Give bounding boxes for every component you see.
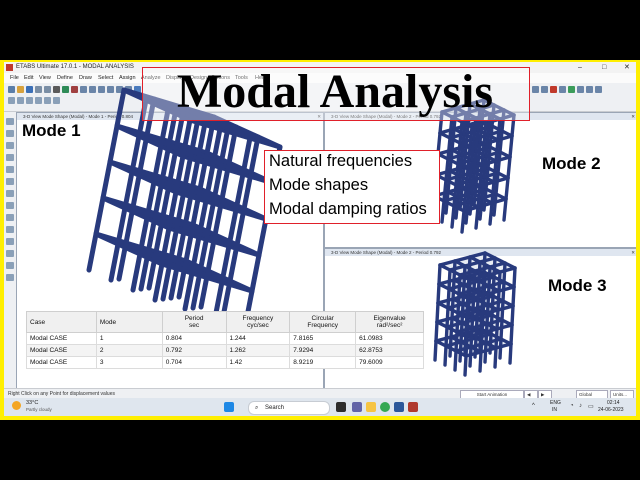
col-frequency: Frequency cyc/sec <box>225 311 291 333</box>
col-circular-frequency: Circular Frequency <box>289 311 357 333</box>
cell-circular-frequency: 8.9219 <box>289 356 357 369</box>
cell-circular-frequency: 7.9294 <box>289 344 357 357</box>
property-mode-shapes: Mode shapes <box>269 176 369 194</box>
modal-results-table: Case Mode Period sec Frequency cyc/sec Cir… <box>26 311 424 369</box>
cell-case: Modal CASE <box>26 332 97 345</box>
overlay-title: Modal Analysis <box>176 65 494 118</box>
cell-mode: 3 <box>95 356 163 369</box>
modal-properties-box: Natural frequencies Mode shapes Modal da… <box>264 150 440 224</box>
col-period: Period sec <box>161 311 227 333</box>
cell-case: Modal CASE <box>26 356 97 369</box>
cell-period: 0.704 <box>161 356 227 369</box>
col-mode: Mode <box>95 311 163 333</box>
cell-mode: 1 <box>95 332 163 345</box>
cell-frequency: 1.262 <box>225 344 291 357</box>
col-eigenvalue: Eigenvalue rad²/sec² <box>355 311 424 333</box>
property-natural-frequencies: Natural frequencies <box>269 152 413 170</box>
mode1-label: Mode 1 <box>22 121 81 140</box>
cell-period: 0.792 <box>161 344 227 357</box>
table-header-row: Case Mode Period sec Frequency cyc/sec Cir… <box>26 311 424 333</box>
mode3-label: Mode 3 <box>548 276 607 295</box>
cell-eigenvalue: 61.0983 <box>355 332 424 345</box>
property-damping-ratios: Modal damping ratios <box>269 200 427 218</box>
cell-period: 0.804 <box>161 332 227 345</box>
table-row[interactable]: Modal CASE 1 0.804 1.244 7.8165 61.0983 <box>26 332 424 345</box>
cell-mode: 2 <box>95 344 163 357</box>
cell-circular-frequency: 7.8165 <box>289 332 357 345</box>
cell-case: Modal CASE <box>26 344 97 357</box>
table-row[interactable]: Modal CASE 3 0.704 1.42 8.9219 79.6009 <box>26 356 424 369</box>
table-row[interactable]: Modal CASE 2 0.792 1.262 7.9294 62.8753 <box>26 344 424 357</box>
col-case: Case <box>26 311 97 333</box>
mode1-structure <box>86 87 283 330</box>
mode2-label: Mode 2 <box>542 154 601 173</box>
cell-eigenvalue: 62.8753 <box>355 344 424 357</box>
mode3-structure <box>433 251 517 377</box>
cell-frequency: 1.42 <box>225 356 291 369</box>
cell-frequency: 1.244 <box>225 332 291 345</box>
cell-eigenvalue: 79.6009 <box>355 356 424 369</box>
